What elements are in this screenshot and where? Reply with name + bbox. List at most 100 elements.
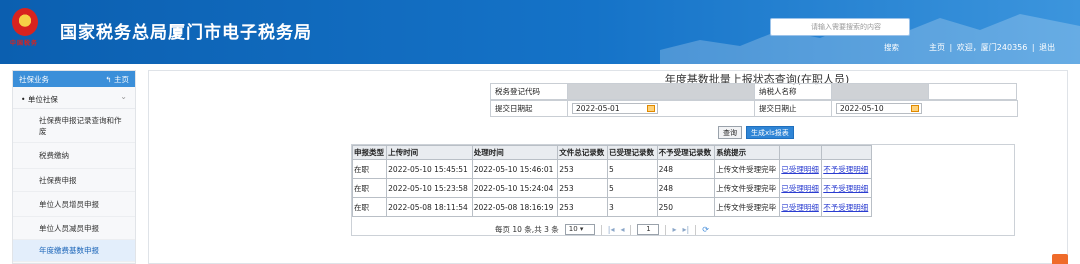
sidebar-item-label: 单位人员增员申报	[39, 199, 99, 209]
query-form: 税务登记代码 纳税人名称 提交日期起 2022-05-01 提交日期止 2022…	[490, 83, 1021, 118]
search-input[interactable]: 请输入需要搜索的内容	[770, 18, 910, 36]
cell: 不予受理明细	[821, 197, 872, 217]
welcome-user: 欢迎，厦门240356	[956, 43, 1028, 52]
last-page-icon[interactable]: ▸|	[683, 225, 690, 234]
rejected-detail-link[interactable]: 不予受理明细	[823, 165, 868, 174]
cell: 248	[656, 178, 716, 198]
table-header-row: 申报类型 上传时间 处理时间 文件总记录数 已受理记录数 不予受理记录数 系统提…	[351, 145, 872, 160]
divider: |	[1031, 43, 1035, 52]
calendar-icon[interactable]	[911, 105, 919, 112]
cell: 上传文件受理完毕	[714, 159, 781, 179]
query-button[interactable]: 查询	[718, 126, 742, 139]
col-header: 文件总记录数	[557, 145, 608, 160]
date-to-input[interactable]: 2022-05-10	[836, 103, 922, 114]
sidebar-item-annual-base[interactable]: 年度缴费基数申报	[13, 240, 135, 262]
cell: 2022-05-10 15:45:51	[386, 159, 473, 179]
logout-link[interactable]: 退出	[1039, 43, 1055, 52]
sidebar-item-social-security-declaration[interactable]: 社保费申报	[13, 169, 135, 192]
table-row: 在职 2022-05-08 18:11:54 2022-05-08 18:16:…	[351, 197, 872, 217]
accepted-detail-link[interactable]: 已受理明细	[781, 184, 819, 193]
sidebar-item-record-query[interactable]: 社保费申报记录查询和作废	[13, 109, 135, 143]
table-row: 在职 2022-05-10 15:23:58 2022-05-10 15:24:…	[351, 178, 872, 198]
next-page-icon[interactable]: ▸	[672, 225, 676, 234]
col-header	[779, 145, 823, 160]
cell: 不予受理明细	[821, 178, 872, 198]
cell: 已受理明细	[779, 159, 823, 179]
pager: 每页 10 条,共 3 条 10 ▾ |◂ ◂ 1 ▸ ▸| ⟳	[495, 224, 709, 235]
date-from-cell: 2022-05-01	[567, 100, 755, 117]
result-table: 申报类型 上传时间 处理时间 文件总记录数 已受理记录数 不予受理记录数 系统提…	[351, 145, 872, 217]
refresh-icon[interactable]: ⟳	[702, 225, 709, 234]
sidebar-item-label: 税费缴纳	[39, 151, 69, 160]
col-header: 上传时间	[386, 145, 473, 160]
cell: 已受理明细	[779, 197, 823, 217]
sidebar-item-tax-payment[interactable]: 税费缴纳	[13, 143, 135, 169]
sidebar-home-label: 主页	[114, 75, 129, 84]
search-button[interactable]: 搜索	[884, 42, 899, 53]
taxpayer-name-label: 纳税人名称	[754, 83, 832, 100]
tax-emblem-icon	[12, 8, 38, 36]
site-title: 国家税务总局厦门市电子税务局	[60, 23, 312, 43]
cell: 253	[557, 159, 608, 179]
home-link[interactable]: 主页	[929, 43, 945, 52]
prev-page-icon[interactable]: ◂	[620, 225, 624, 234]
sidebar-item-staff-decrease[interactable]: 单位人员减员申报	[13, 217, 135, 240]
sidebar-home-link[interactable]: ↰ 主页	[105, 74, 129, 85]
chevron-down-icon: ⌄	[120, 92, 127, 101]
cell: 2022-05-08 18:11:54	[386, 197, 473, 217]
sidebar-group-unit-social-security[interactable]: • 单位社保 ⌄	[13, 87, 135, 109]
col-header: 申报类型	[351, 145, 388, 160]
accepted-detail-link[interactable]: 已受理明细	[781, 203, 819, 212]
sidebar-title: 社保业务	[19, 75, 49, 84]
cell: 250	[656, 197, 716, 217]
cell: 5	[606, 159, 658, 179]
emblem-caption: 中国税务	[10, 40, 39, 47]
cell: 不予受理明细	[821, 159, 872, 179]
pager-summary: 每页 10 条,共 3 条	[495, 225, 559, 234]
tax-code-label: 税务登记代码	[490, 83, 568, 100]
rejected-detail-link[interactable]: 不予受理明细	[823, 203, 868, 212]
bullet-icon: •	[21, 95, 26, 104]
table-row: 在职 2022-05-10 15:45:51 2022-05-10 15:46:…	[351, 159, 872, 179]
sidebar-item-label: 社保费申报	[39, 175, 77, 185]
accepted-detail-link[interactable]: 已受理明细	[781, 165, 819, 174]
date-from-input[interactable]: 2022-05-01	[572, 103, 658, 114]
first-page-icon[interactable]: |◂	[608, 225, 615, 234]
col-header: 不予受理记录数	[656, 145, 716, 160]
tax-code-value	[567, 83, 755, 100]
rejected-detail-link[interactable]: 不予受理明细	[823, 184, 868, 193]
scroll-top-button[interactable]	[1052, 254, 1068, 264]
cell: 在职	[351, 159, 388, 179]
divider	[695, 224, 697, 235]
col-header	[821, 145, 872, 160]
page-size-value: 10	[568, 225, 578, 233]
cell: 在职	[351, 197, 388, 217]
cell: 已受理明细	[779, 178, 823, 198]
sidebar-item-label: 社保费申报记录查询和作废	[39, 115, 122, 136]
result-grid: 申报类型 上传时间 处理时间 文件总记录数 已受理记录数 不予受理记录数 系统提…	[351, 144, 1015, 236]
date-from-label: 提交日期起	[490, 100, 568, 117]
divider	[665, 224, 667, 235]
sidebar-item-label: 单位人员减员申报	[39, 223, 99, 233]
cell: 248	[656, 159, 716, 179]
cell: 2022-05-10 15:23:58	[386, 178, 473, 198]
cell: 2022-05-10 15:46:01	[471, 159, 559, 179]
sidebar-item-staff-increase[interactable]: 单位人员增员申报	[13, 192, 135, 217]
cell: 253	[557, 197, 608, 217]
blank-cell	[928, 83, 1017, 100]
cell: 3	[606, 197, 658, 217]
cell: 在职	[351, 178, 388, 198]
cell: 上传文件受理完毕	[714, 178, 781, 198]
sidebar-header: 社保业务 ↰ 主页	[13, 71, 135, 87]
page-size-select[interactable]: 10 ▾	[564, 224, 595, 235]
export-xls-button[interactable]: 生成xls报表	[746, 126, 794, 139]
page-number-input[interactable]: 1	[637, 224, 660, 235]
cell: 5	[606, 178, 658, 198]
date-to-label: 提交日期止	[754, 100, 832, 117]
col-header: 系统提示	[714, 145, 781, 160]
calendar-icon[interactable]	[647, 105, 655, 112]
date-to-cell: 2022-05-10	[831, 100, 1018, 117]
action-buttons: 查询 生成xls报表	[718, 126, 794, 139]
sidebar: 社保业务 ↰ 主页 • 单位社保 ⌄ 社保费申报记录查询和作废 税费缴纳 社保费…	[12, 70, 136, 264]
cell: 253	[557, 178, 608, 198]
